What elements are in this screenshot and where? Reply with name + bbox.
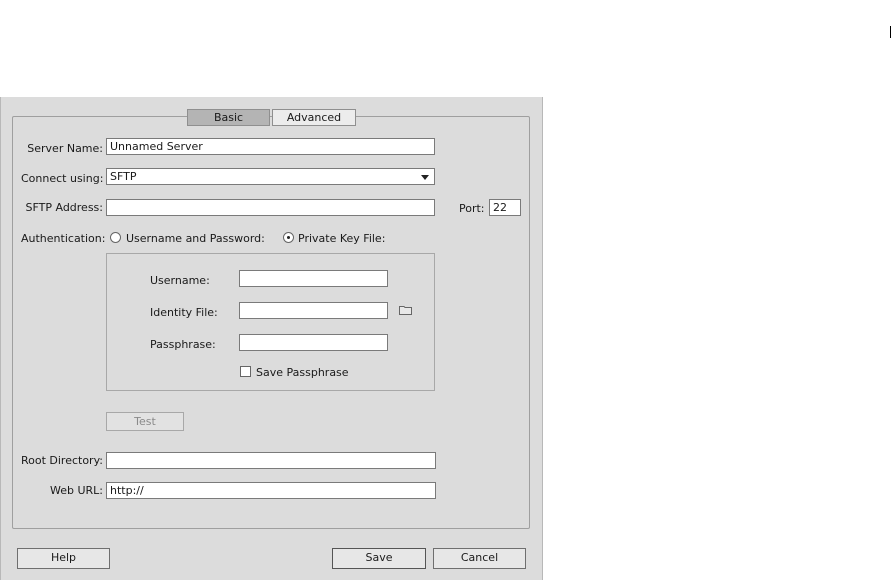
port-input[interactable]: 22 bbox=[489, 199, 521, 216]
test-button[interactable]: Test bbox=[106, 412, 184, 431]
private-key-option-label: Private Key File: bbox=[298, 232, 386, 245]
username-label: Username: bbox=[150, 274, 210, 287]
identity-file-label: Identity File: bbox=[150, 306, 218, 319]
username-password-option-label: Username and Password: bbox=[126, 232, 265, 245]
connect-using-label: Connect using: bbox=[21, 172, 104, 185]
authentication-label: Authentication: bbox=[21, 232, 106, 245]
web-url-input[interactable]: http:// bbox=[106, 482, 436, 499]
server-setup-dialog: Basic Advanced Server Name: Unnamed Serv… bbox=[0, 97, 543, 580]
identity-file-input[interactable] bbox=[239, 302, 388, 319]
window-edge-marker bbox=[890, 26, 891, 38]
server-name-label: Server Name: bbox=[27, 142, 103, 155]
save-passphrase-checkbox[interactable] bbox=[240, 366, 251, 377]
cancel-button[interactable]: Cancel bbox=[433, 548, 526, 569]
dropdown-arrow-icon bbox=[421, 175, 429, 180]
username-input[interactable] bbox=[239, 270, 388, 287]
passphrase-label: Passphrase: bbox=[150, 338, 216, 351]
private-key-radio[interactable] bbox=[283, 232, 294, 243]
sftp-address-label: SFTP Address: bbox=[25, 201, 103, 214]
root-directory-label: Root Directory: bbox=[20, 454, 103, 467]
port-label: Port: bbox=[459, 202, 485, 215]
web-url-label: Web URL: bbox=[49, 484, 103, 497]
username-password-radio[interactable] bbox=[110, 232, 121, 243]
passphrase-input[interactable] bbox=[239, 334, 388, 351]
help-button[interactable]: Help bbox=[17, 548, 110, 569]
save-button[interactable]: Save bbox=[332, 548, 426, 569]
folder-icon[interactable] bbox=[399, 305, 412, 315]
sftp-address-input[interactable] bbox=[106, 199, 435, 216]
root-directory-input[interactable] bbox=[106, 452, 436, 469]
tab-advanced[interactable]: Advanced bbox=[272, 109, 356, 126]
tab-bar: Basic Advanced bbox=[187, 109, 356, 126]
connect-using-select[interactable]: SFTP bbox=[106, 168, 435, 185]
save-passphrase-label: Save Passphrase bbox=[256, 366, 349, 379]
tab-basic[interactable]: Basic bbox=[187, 109, 270, 126]
connect-using-value: SFTP bbox=[110, 170, 137, 183]
private-key-group: Username: Identity File: Passphrase: Sav… bbox=[106, 253, 435, 391]
server-name-input[interactable]: Unnamed Server bbox=[106, 138, 435, 155]
